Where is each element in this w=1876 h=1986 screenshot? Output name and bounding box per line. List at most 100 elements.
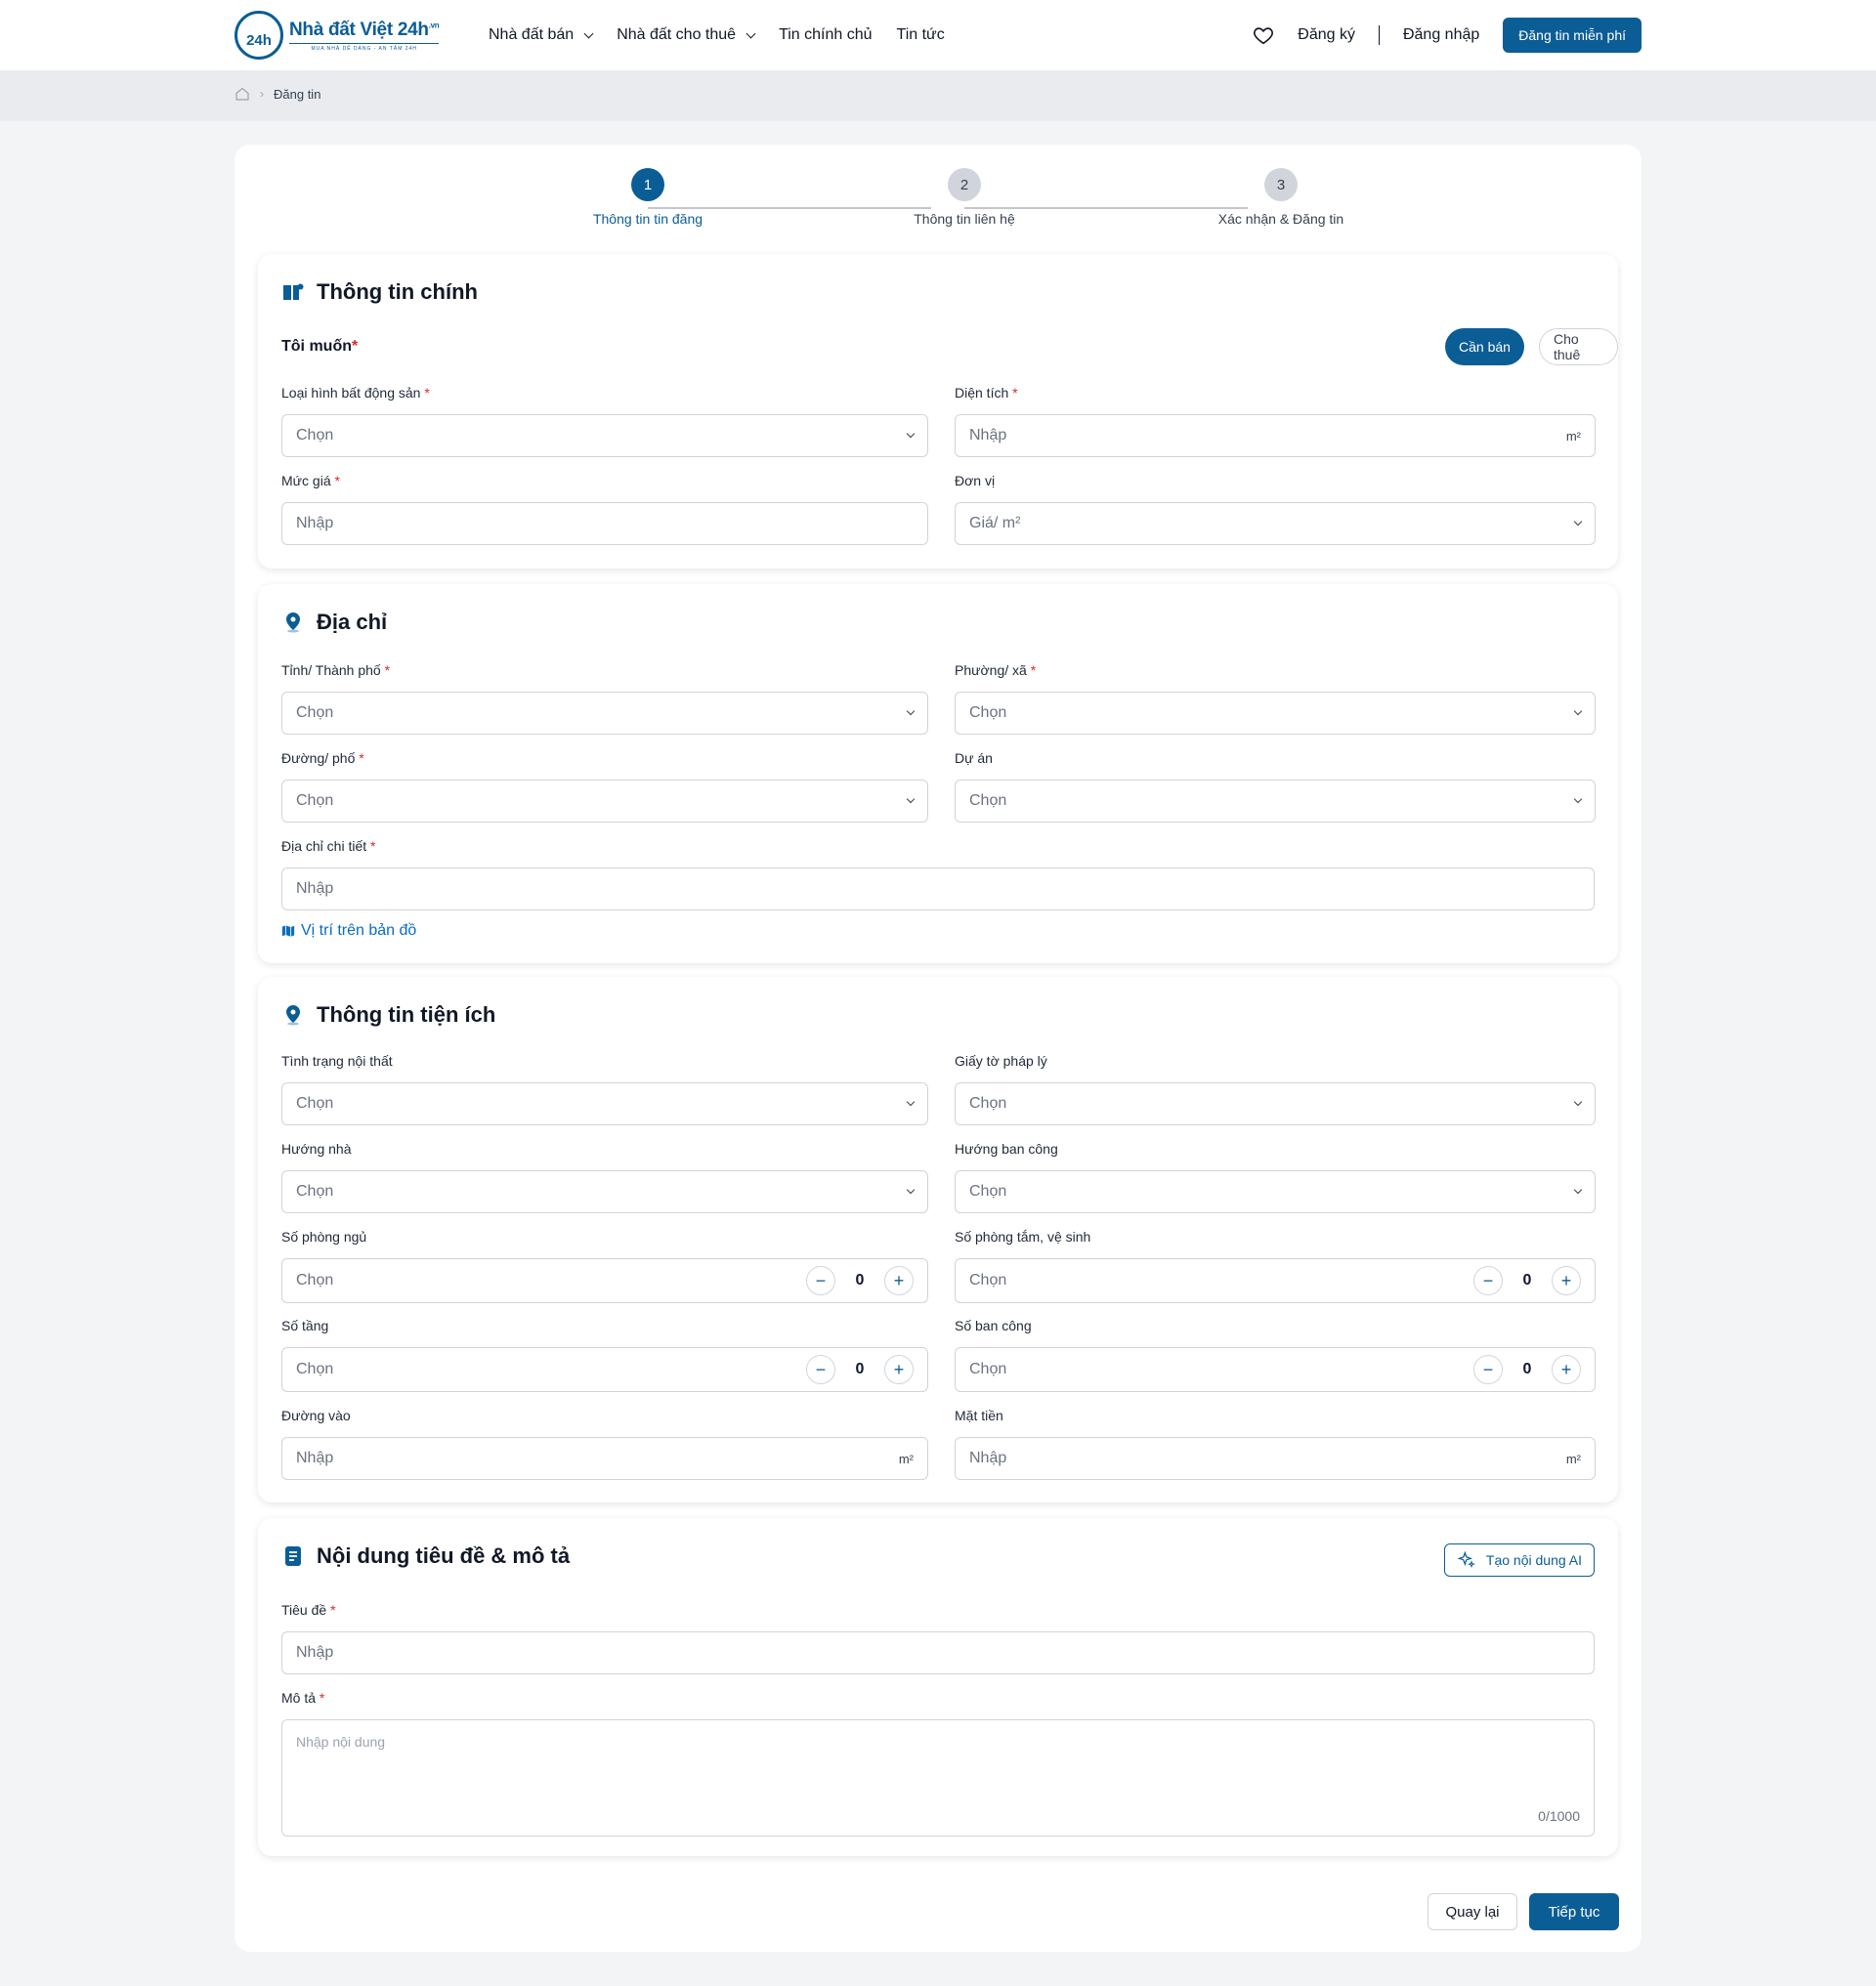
- detail-address-field: Địa chỉ chi tiết * Nhập: [281, 838, 1595, 910]
- char-counter: 0/1000: [1538, 1808, 1580, 1824]
- bathrooms-stepper: Chọn −0 +: [955, 1258, 1596, 1303]
- field-label: Loại hình bất động sản *: [281, 385, 430, 401]
- price-input[interactable]: Nhập: [281, 502, 928, 545]
- nav-item-sale[interactable]: Nhà đất bán: [489, 26, 594, 44]
- house-direction-select[interactable]: Chọn: [281, 1170, 928, 1213]
- map-pin-icon: [286, 1005, 300, 1026]
- chevron-down-icon: [1573, 517, 1583, 527]
- minus-icon[interactable]: −: [806, 1355, 835, 1384]
- detail-address-input[interactable]: Nhập: [281, 867, 1595, 910]
- road-field: Đường vào Nhập m²: [281, 1408, 928, 1480]
- option-sell[interactable]: Cần bán: [1445, 328, 1524, 365]
- minus-icon[interactable]: −: [1473, 1266, 1503, 1295]
- chevron-right-icon: ›: [260, 87, 264, 101]
- step-3: 3 Xác nhận & Đăng tin: [1183, 168, 1379, 227]
- furniture-select[interactable]: Chọn: [281, 1082, 928, 1125]
- province-select[interactable]: Chọn: [281, 692, 928, 735]
- price-unit-select[interactable]: Giá/ m²: [955, 502, 1596, 545]
- project-select[interactable]: Chọn: [955, 780, 1596, 823]
- balconies-stepper: Chọn −0 +: [955, 1347, 1596, 1392]
- post-free-button[interactable]: Đăng tin miễn phí: [1503, 18, 1642, 53]
- home-icon[interactable]: [234, 86, 250, 102]
- ward-select[interactable]: Chọn: [955, 692, 1596, 735]
- plus-icon[interactable]: +: [884, 1355, 914, 1384]
- chevron-down-icon: [906, 706, 916, 716]
- area-input[interactable]: Nhập m²: [955, 414, 1596, 457]
- register-link[interactable]: Đăng ký: [1298, 26, 1355, 44]
- sparkle-icon: [1457, 1550, 1475, 1569]
- ward-field: Phường/ xã * Chọn: [955, 662, 1596, 735]
- map-icon: [281, 925, 295, 937]
- continue-button[interactable]: Tiếp tục: [1529, 1893, 1619, 1930]
- nav-item-owner-posts[interactable]: Tin chính chủ: [779, 26, 872, 44]
- field-label: Số phòng ngủ: [281, 1229, 367, 1245]
- project-field: Dự án Chọn: [955, 750, 1596, 823]
- road-unit: m²: [898, 1451, 914, 1466]
- top-header: 24h Nhà đất Việt 24h.vn MUA NHÀ DỄ DÀNG …: [0, 0, 1876, 70]
- section-title: Địa chỉ: [281, 610, 387, 635]
- field-label: Số tầng: [281, 1318, 329, 1333]
- chevron-down-icon: [906, 1097, 916, 1107]
- progress-stepper: 1 Thông tin tin đăng 2 Thông tin liên hệ…: [234, 168, 1642, 236]
- title-input[interactable]: Nhập: [281, 1631, 1595, 1674]
- back-button[interactable]: Quay lại: [1428, 1893, 1517, 1930]
- chevron-down-icon: [1573, 794, 1583, 804]
- floors-field: Số tầng Chọn −0 +: [281, 1318, 928, 1392]
- section-title: Nội dung tiêu đề & mô tả: [281, 1543, 570, 1569]
- field-label: Địa chỉ chi tiết *: [281, 838, 376, 854]
- logo-text: Nhà đất Việt 24h.vn MUA NHÀ DỄ DÀNG - AN…: [289, 20, 440, 52]
- area-unit: m²: [1565, 428, 1581, 444]
- bathrooms-value: 0: [1522, 1272, 1532, 1289]
- header-actions: Đăng ký Đăng nhập Đăng tin miễn phí: [1253, 18, 1642, 53]
- balcony-direction-field: Hướng ban công Chọn: [955, 1141, 1596, 1213]
- frontage-input[interactable]: Nhập m²: [955, 1437, 1596, 1480]
- plus-icon[interactable]: +: [884, 1266, 914, 1295]
- property-type-field: Loại hình bất động sản * Chọn: [281, 385, 928, 457]
- step-1-label: Thông tin tin đăng: [592, 211, 704, 227]
- field-label: Dự án: [955, 750, 993, 766]
- plus-icon[interactable]: +: [1552, 1355, 1581, 1384]
- chevron-down-icon: [1573, 706, 1583, 716]
- bedrooms-field: Số phòng ngủ Chọn −0 +: [281, 1229, 928, 1303]
- counter: − 0 +: [1473, 1355, 1581, 1384]
- balcony-direction-select[interactable]: Chọn: [955, 1170, 1596, 1213]
- nav-item-rent[interactable]: Nhà đất cho thuê: [617, 26, 756, 44]
- description-textarea[interactable]: Nhập nội dung 0/1000: [281, 1719, 1595, 1837]
- road-input[interactable]: Nhập m²: [281, 1437, 928, 1480]
- step-1-number: 1: [631, 168, 664, 201]
- field-label: Đường vào: [281, 1408, 351, 1423]
- bedrooms-value: 0: [855, 1272, 865, 1289]
- minus-icon[interactable]: −: [1473, 1355, 1503, 1384]
- minus-icon[interactable]: −: [806, 1266, 835, 1295]
- option-rent[interactable]: Cho thuê: [1539, 328, 1618, 365]
- logo-house-icon: 24h: [234, 11, 283, 60]
- counter: − 0 +: [806, 1266, 914, 1295]
- street-select[interactable]: Chọn: [281, 780, 928, 823]
- section-main-info: Thông tin chính Tôi muốn* Cần bán Cho th…: [258, 254, 1618, 569]
- legal-select[interactable]: Chọn: [955, 1082, 1596, 1125]
- field-label: Diện tích *: [955, 385, 1018, 401]
- chevron-down-icon: [906, 1185, 916, 1195]
- post-form-card: 1 Thông tin tin đăng 2 Thông tin liên hệ…: [234, 145, 1642, 1952]
- field-label: Tình trạng nội thất: [281, 1053, 393, 1069]
- field-label: Tỉnh/ Thành phố *: [281, 662, 391, 678]
- field-label: Tiêu đề *: [281, 1602, 336, 1618]
- property-type-select[interactable]: Chọn: [281, 414, 928, 457]
- ai-generate-button[interactable]: Tạo nội dung AI: [1443, 1543, 1595, 1577]
- field-label: Mặt tiền: [955, 1408, 1003, 1423]
- chevron-down-icon: [746, 28, 756, 38]
- chevron-down-icon: [1573, 1097, 1583, 1107]
- field-label: Hướng ban công: [955, 1141, 1058, 1157]
- field-label: Số ban công: [955, 1318, 1032, 1333]
- map-location-link[interactable]: Vị trí trên bản đồ: [281, 922, 416, 940]
- chevron-down-icon: [583, 28, 594, 38]
- section-amenities: Thông tin tiện ích Tình trạng nội thất C…: [258, 977, 1618, 1502]
- login-link[interactable]: Đăng nhập: [1403, 26, 1479, 44]
- heart-icon[interactable]: [1253, 24, 1274, 46]
- nav-item-news[interactable]: Tin tức: [897, 26, 945, 44]
- site-logo[interactable]: 24h Nhà đất Việt 24h.vn MUA NHÀ DỄ DÀNG …: [234, 8, 448, 63]
- bathrooms-field: Số phòng tắm, vệ sinh Chọn −0 +: [955, 1229, 1596, 1303]
- street-field: Đường/ phố * Chọn: [281, 750, 928, 823]
- logo-number: 24h: [246, 31, 272, 49]
- plus-icon[interactable]: +: [1552, 1266, 1581, 1295]
